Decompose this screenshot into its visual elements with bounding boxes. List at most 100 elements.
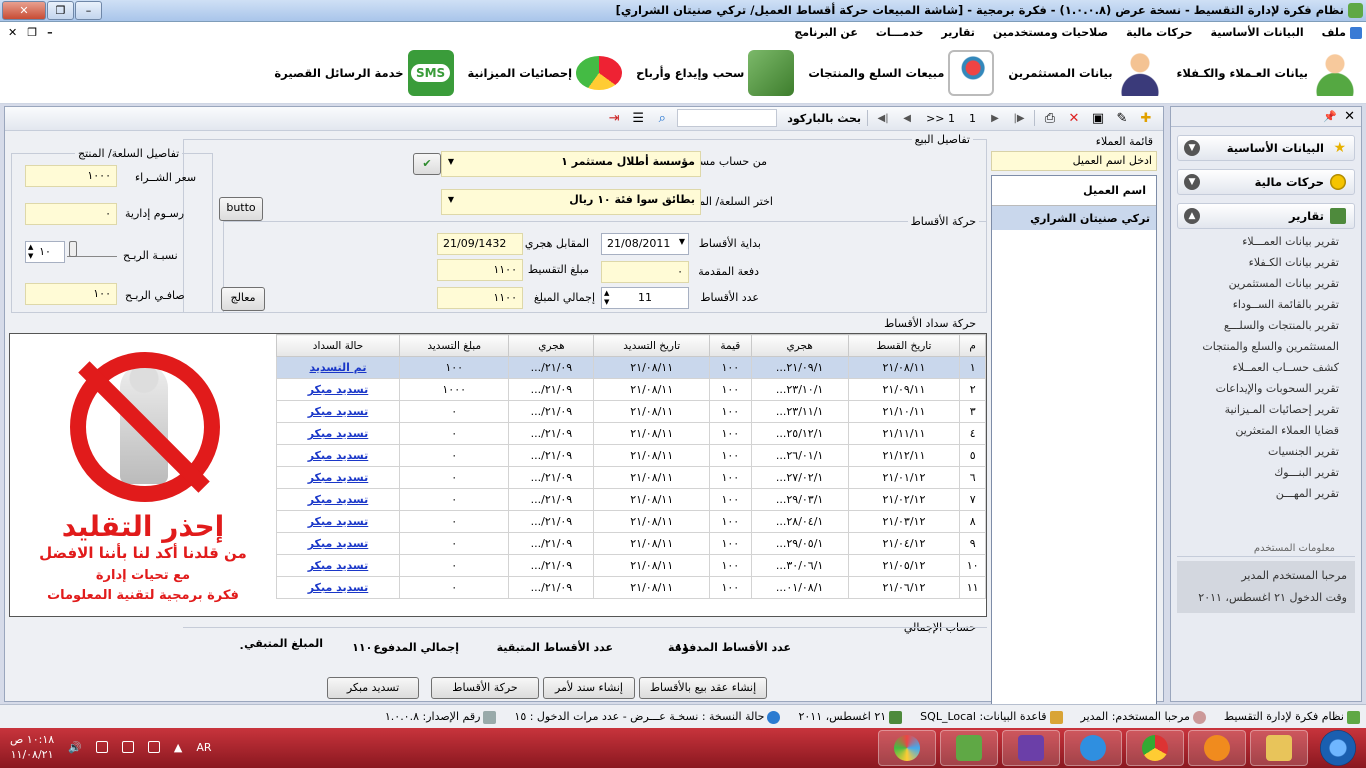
dropdown-arrow-icon[interactable]: ▼ [442, 190, 460, 214]
create-contract-button[interactable]: إنشاء عقد بيع بالأقساط [639, 677, 767, 699]
customer-column-header[interactable]: اسم العميل [992, 176, 1156, 206]
payment-status-link[interactable]: تسديد مبكر [276, 532, 400, 555]
previous-record-icon[interactable]: ▶ [986, 109, 1004, 127]
menu-reports[interactable]: تقارير [941, 26, 974, 39]
grid-column-header[interactable]: تاريخ القسط [847, 334, 961, 357]
report-link[interactable]: تقرير المهـــن [1177, 487, 1347, 508]
clock[interactable]: ١٠:١٨ ص ١١/٠٨/٢١ [10, 732, 54, 762]
search-icon[interactable]: ⌕ [653, 109, 671, 127]
app-task[interactable] [940, 730, 998, 766]
paint-task[interactable] [878, 730, 936, 766]
mdi-close-icon[interactable]: ✕ [8, 26, 17, 39]
record-position[interactable]: 1 [965, 112, 980, 125]
chrome-task[interactable] [1126, 730, 1184, 766]
customers-button[interactable]: بيانات العـملاء والكـفلاء [1177, 50, 1358, 96]
chevron-down-icon[interactable]: ▼ [1184, 174, 1200, 190]
table-row[interactable]: ٥ ٢١/١٢/١١ ٢٦/٠١/١... ١٠٠ ٢١/٠٨/١١ ٢١/٠٩/... ٠… [276, 444, 986, 467]
stepper-arrows-icon[interactable]: ▲ ▼ [604, 289, 609, 307]
withdraw-deposit-button[interactable]: سحب وإيداع وأرباح [636, 50, 795, 96]
table-row[interactable]: ٣ ٢١/١٠/١١ ٢٣/١١/١... ١٠٠ ٢١/٠٨/١١ ٢١/٠٩/... ٠… [276, 400, 986, 423]
payment-status-link[interactable]: تسديد مبكر [276, 422, 400, 445]
minimize-window-button[interactable]: – [75, 1, 102, 20]
buy-price-field[interactable]: ١٠٠٠ [25, 165, 117, 187]
close-panel-icon[interactable]: ✕ [1344, 109, 1355, 124]
edit-icon[interactable]: ✎ [1113, 109, 1131, 127]
start-date-picker[interactable]: 21/08/2011 ▼ [601, 233, 689, 255]
ie-task[interactable] [1064, 730, 1122, 766]
volume-icon[interactable]: 🔊 [68, 741, 82, 754]
grid-column-header[interactable]: م [959, 334, 986, 357]
sms-button[interactable]: SMS خدمة الرسائل القصيرة [274, 50, 454, 96]
pin-icon[interactable]: 📌 [1323, 110, 1337, 123]
report-link[interactable]: المستثمرين والسلع والمنتجات [1177, 340, 1347, 361]
grid-column-header[interactable]: تاريخ التسديد [593, 334, 710, 357]
create-promissory-note-button[interactable]: إنشاء سند لأمر [543, 677, 635, 699]
menu-basic-data[interactable]: البيانات الأساسية [1211, 26, 1304, 39]
filter-icon[interactable]: ☰ [629, 109, 647, 127]
battery-icon[interactable] [121, 741, 134, 753]
delete-icon[interactable]: ✕ [1065, 109, 1083, 127]
network-icon[interactable] [95, 741, 108, 753]
table-row[interactable]: ٨ ٢١/٠٣/١٢ ٢٨/٠٤/١... ١٠٠ ٢١/٠٨/١١ ٢١/٠٩/... ٠… [276, 510, 986, 533]
menu-file[interactable]: ملف [1322, 26, 1362, 39]
close-window-button[interactable]: ✕ [2, 1, 46, 20]
group-basic-data-header[interactable]: ★ البيانات الأساسية ▼ [1177, 135, 1355, 161]
add-icon[interactable]: ✚ [1137, 109, 1155, 127]
report-link[interactable]: تقرير بالقائمة الســوداء [1177, 298, 1347, 319]
vs-task[interactable] [1002, 730, 1060, 766]
payment-status-link[interactable]: تسديد مبكر [276, 466, 400, 489]
media-task[interactable] [1188, 730, 1246, 766]
start-button[interactable] [1320, 730, 1356, 766]
report-link[interactable]: تقرير بيانات المستثمرين [1177, 277, 1347, 298]
payment-status-link[interactable]: تسديد مبكر [276, 554, 400, 577]
report-link[interactable]: تقرير إحصائيات المـيزانية [1177, 403, 1347, 424]
hijri-date-field[interactable]: 21/09/1432 [437, 233, 523, 255]
flag-icon[interactable] [147, 741, 160, 753]
restore-window-button[interactable]: ❐ [47, 1, 74, 20]
chevron-up-icon[interactable]: ▲ [1184, 208, 1200, 224]
payment-status-link[interactable]: تسديد مبكر [276, 378, 400, 401]
budget-stats-button[interactable]: إحصائيات الميزانية [468, 56, 623, 90]
installments-count-stepper[interactable]: 11 ▲ ▼ [601, 287, 689, 309]
table-row[interactable]: ٢ ٢١/٠٩/١١ ٢٣/١٠/١... ١٠٠ ٢١/٠٨/١١ ٢١/٠٩/... ١… [276, 378, 986, 401]
group-reports-header[interactable]: تقارير ▲ [1177, 203, 1355, 229]
payment-status-link[interactable]: تسديد مبكر [276, 576, 400, 599]
admin-fees-field[interactable]: ٠ [25, 203, 117, 225]
grid-column-header[interactable]: هجري [508, 334, 595, 357]
report-link[interactable]: كشف حســاب العمــلاء [1177, 361, 1347, 382]
payment-status-link[interactable]: تسديد مبكر [276, 400, 400, 423]
report-link[interactable]: تقرير البنـــوك [1177, 466, 1347, 487]
print-icon[interactable]: ⎙ [1041, 109, 1059, 127]
menu-services[interactable]: خدمـــات [876, 26, 924, 39]
payment-status-link[interactable]: تسديد مبكر [276, 510, 400, 533]
last-record-icon[interactable]: |◀ [874, 109, 892, 127]
dropdown-arrow-icon[interactable]: ▼ [442, 152, 460, 176]
report-link[interactable]: قضايا العملاء المتعثرين [1177, 424, 1347, 445]
customer-search-input[interactable]: ادخل اسم العميل [991, 151, 1157, 171]
report-link[interactable]: تقرير بيانات العمـــلاء [1177, 235, 1347, 256]
report-link[interactable]: تقرير السحوبات والإيداعات [1177, 382, 1347, 403]
slider-thumb[interactable] [69, 241, 77, 257]
product-select[interactable]: بطائق سوا فئة ١٠ ريال ▼ [441, 189, 701, 215]
table-row[interactable]: ٤ ٢١/١١/١١ ٢٥/١٢/١... ١٠٠ ٢١/٠٨/١١ ٢١/٠٩/... ٠… [276, 422, 986, 445]
profit-percent-stepper[interactable]: ١٠ ▲ ▼ [25, 241, 65, 263]
butto-button[interactable]: butto [219, 197, 263, 221]
explorer-task[interactable] [1250, 730, 1308, 766]
barcode-input[interactable] [677, 109, 778, 127]
exit-icon[interactable]: ⇥ [605, 109, 623, 127]
table-row[interactable]: ٧ ٢١/٠٢/١٢ ٢٩/٠٣/١... ١٠٠ ٢١/٠٨/١١ ٢١/٠٩/... ٠… [276, 488, 986, 511]
table-row[interactable]: ١١ ٢١/٠٦/١٢ ٠١/٠٨/١... ١٠٠ ٢١/٠٨/١١ ٢١/٠٩/...… [276, 576, 986, 599]
grid-column-header[interactable]: قيمة [708, 334, 752, 357]
confirm-account-button[interactable]: ✔ [413, 153, 441, 175]
table-row[interactable]: ٦ ٢١/٠١/١٢ ٢٧/٠٢/١... ١٠٠ ٢١/٠٨/١١ ٢١/٠٩/... ٠… [276, 466, 986, 489]
menu-financial[interactable]: حركات مالية [1126, 26, 1192, 39]
sales-button[interactable]: مبيعات السلع والمنتجات [808, 50, 995, 96]
payment-status-link[interactable]: تم التسديد [276, 356, 400, 379]
installments-movement-button[interactable]: حركة الأقساط [431, 677, 539, 699]
table-row[interactable]: ١٠ ٢١/٠٥/١٢ ٣٠/٠٦/١... ١٠٠ ٢١/٠٨/١١ ٢١/٠٩/...… [276, 554, 986, 577]
grid-column-header[interactable]: هجري [750, 334, 849, 357]
show-hidden-icons[interactable]: ▲ [174, 741, 182, 754]
dropdown-arrow-icon[interactable]: ▼ [679, 237, 685, 246]
report-link[interactable]: تقرير بالمنتجات والسلـــع [1177, 319, 1347, 340]
chevron-down-icon[interactable]: ▼ [1184, 140, 1200, 156]
